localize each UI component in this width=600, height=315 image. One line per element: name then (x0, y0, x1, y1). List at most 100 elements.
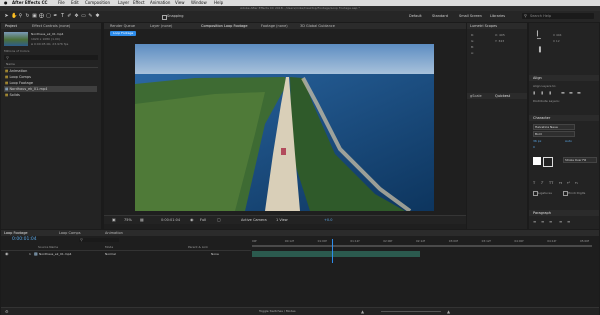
brush-tool-icon[interactable]: ✐ (67, 14, 72, 19)
font-family-select[interactable]: Helvetica Neue (533, 124, 575, 130)
selection-tool-icon[interactable]: ➤ (4, 14, 9, 19)
column-source-name[interactable]: Source Name (38, 245, 58, 249)
align-text-center-icon[interactable]: ≡ (541, 219, 544, 224)
roi-icon[interactable]: ▢ (217, 217, 221, 222)
tab-render-queue[interactable]: Render Queue (110, 24, 135, 28)
tab-lumetri-scopes[interactable]: Lumetri Scopes (470, 24, 497, 28)
project-item[interactable]: ▦ Solids (5, 92, 20, 98)
align-h-center-icon[interactable]: ▮ (541, 90, 543, 95)
align-left-icon[interactable]: ▎ (537, 31, 541, 37)
timeline-timecode[interactable]: 0:00:01:04 (12, 237, 37, 242)
hand-tool-icon[interactable]: ✋ (11, 14, 17, 19)
toggle-switches-button[interactable]: Toggle Switches / Modes (259, 309, 296, 313)
stroke-select[interactable]: Stroke Over Fill (563, 157, 597, 163)
stroke-color-swatch[interactable] (543, 157, 553, 167)
rectangle-tool-icon[interactable]: ▢ (46, 14, 51, 19)
tab-project[interactable]: Project (5, 24, 17, 28)
tab-quickest[interactable]: Quickest (495, 94, 510, 98)
camera-tool-icon[interactable]: ▣ (32, 14, 37, 19)
kerning-value[interactable]: 0 (533, 145, 535, 149)
align-v-top-icon[interactable]: ▬ (561, 90, 565, 95)
comp-breadcrumb[interactable]: Loop Footage (110, 31, 137, 36)
tab-layer[interactable]: Layer (none) (150, 24, 172, 28)
zoom-select[interactable]: 75% (124, 218, 132, 222)
tab-character[interactable]: Character (533, 116, 550, 120)
subscript-button[interactable]: T₁ (575, 181, 578, 185)
composition-panel: Render Queue Layer (none) Composition Lo… (104, 23, 466, 229)
resolution-select[interactable]: Full (200, 218, 206, 222)
superscript-button[interactable]: T¹ (567, 181, 570, 185)
workspace-default[interactable]: Default (409, 14, 422, 18)
align-h-right-icon[interactable]: ▮ (549, 90, 551, 95)
exposure-value[interactable]: +0.0 (324, 218, 333, 222)
font-size-value[interactable]: 36 px (533, 139, 541, 143)
zoom-in-icon[interactable]: ▲ (447, 309, 450, 314)
justify-center-icon[interactable]: ≡ (567, 219, 570, 224)
tab-effect-controls[interactable]: Effect Controls (none) (32, 24, 70, 28)
pan-behind-tool-icon[interactable]: ⨁ (39, 14, 44, 19)
puppet-tool-icon[interactable]: ✱ (95, 14, 100, 19)
tab-paragraph[interactable]: Paragraph (533, 211, 551, 215)
column-mode[interactable]: Mode (105, 245, 113, 249)
layer-parent-select[interactable]: None (211, 252, 219, 256)
small-caps-button[interactable]: Tt (559, 181, 562, 185)
region-icon[interactable]: ▣ (112, 217, 116, 222)
align-center-icon[interactable]: ▐ (537, 47, 541, 53)
workspace-standard[interactable]: Standard (432, 14, 448, 18)
zoom-slider[interactable] (381, 311, 441, 312)
project-search-input[interactable]: ⚲ (4, 55, 98, 60)
workspace-small-screen[interactable]: Small Screen (459, 14, 482, 18)
roto-tool-icon[interactable]: ✎ (88, 14, 93, 19)
settings-icon[interactable]: ⚙ (5, 309, 9, 314)
camera-select[interactable]: Active Camera (241, 218, 267, 222)
align-h-left-icon[interactable]: ▮ (533, 90, 535, 95)
info-b: B: (471, 45, 475, 49)
column-parent[interactable]: Parent & Link (188, 245, 208, 249)
tab-composition[interactable]: Composition Loop Footage (201, 24, 248, 28)
zoom-out-icon[interactable]: ▲ (361, 309, 364, 314)
tab-3d-guidance[interactable]: 3D Global Guidance (300, 24, 335, 28)
zoom-tool-icon[interactable]: ⚲ (18, 14, 23, 19)
align-v-middle-icon[interactable]: ▬ (569, 90, 573, 95)
pen-tool-icon[interactable]: ✒ (53, 14, 58, 19)
tab-footage[interactable]: Footage (none) (261, 24, 288, 28)
playhead[interactable] (331, 239, 333, 263)
font-style-select[interactable]: Bold (533, 131, 575, 137)
comp-timecode[interactable]: 0:00:01:04 (161, 218, 180, 222)
type-tool-icon[interactable]: T (60, 14, 65, 19)
tab-timeline-loop-footage[interactable]: Loop Footage (4, 231, 28, 235)
tab-timeline-animation[interactable]: Animation (105, 231, 123, 235)
justify-left-icon[interactable]: ≡ (559, 219, 562, 224)
faux-bold-button[interactable]: T (533, 181, 535, 185)
fill-color-swatch[interactable] (533, 157, 541, 165)
snapshot-icon[interactable]: ◉ (190, 217, 194, 222)
layer-mode-select[interactable]: Normal (105, 252, 116, 256)
faux-italic-button[interactable]: T (541, 181, 543, 185)
ruler-tick-label: 02:00f (383, 239, 393, 243)
workspace-libraries[interactable]: Libraries (490, 14, 505, 18)
ruler-tick-label: 01:00f (317, 239, 327, 243)
eraser-tool-icon[interactable]: ▭ (81, 14, 86, 19)
grid-icon[interactable]: ▦ (140, 217, 144, 222)
timeline-search-input[interactable]: ⚲ (79, 237, 119, 242)
search-help-box[interactable]: ⚲ Search Help (522, 13, 594, 19)
tab-gscale[interactable]: gScale (470, 94, 482, 98)
column-name[interactable]: Name (6, 62, 15, 66)
align-v-bottom-icon[interactable]: ▬ (577, 90, 581, 95)
clone-tool-icon[interactable]: ❖ (74, 14, 79, 19)
project-panel: Project Effect Controls (none) Nordhaus_… (1, 23, 101, 229)
rotate-tool-icon[interactable]: ↻ (25, 14, 30, 19)
layer-row[interactable]: ◉ 1 ▩ Nordhaus_ek_01.mp4 Normal None (1, 251, 251, 257)
composition-viewer[interactable] (135, 44, 434, 211)
layer-duration-bar[interactable] (252, 251, 420, 257)
visibility-eye-icon[interactable]: ◉ (5, 251, 9, 256)
all-caps-button[interactable]: TT (549, 181, 553, 185)
work-area-bar[interactable] (252, 245, 592, 247)
align-top-icon[interactable]: ▔ (537, 39, 541, 45)
align-text-right-icon[interactable]: ≡ (549, 219, 552, 224)
align-text-left-icon[interactable]: ≡ (533, 219, 536, 224)
tab-align[interactable]: Align (533, 76, 542, 80)
tab-timeline-loop-comps[interactable]: Loop Comps (59, 231, 81, 235)
leading-value[interactable]: Auto (565, 139, 572, 143)
views-select[interactable]: 1 View (276, 218, 288, 222)
